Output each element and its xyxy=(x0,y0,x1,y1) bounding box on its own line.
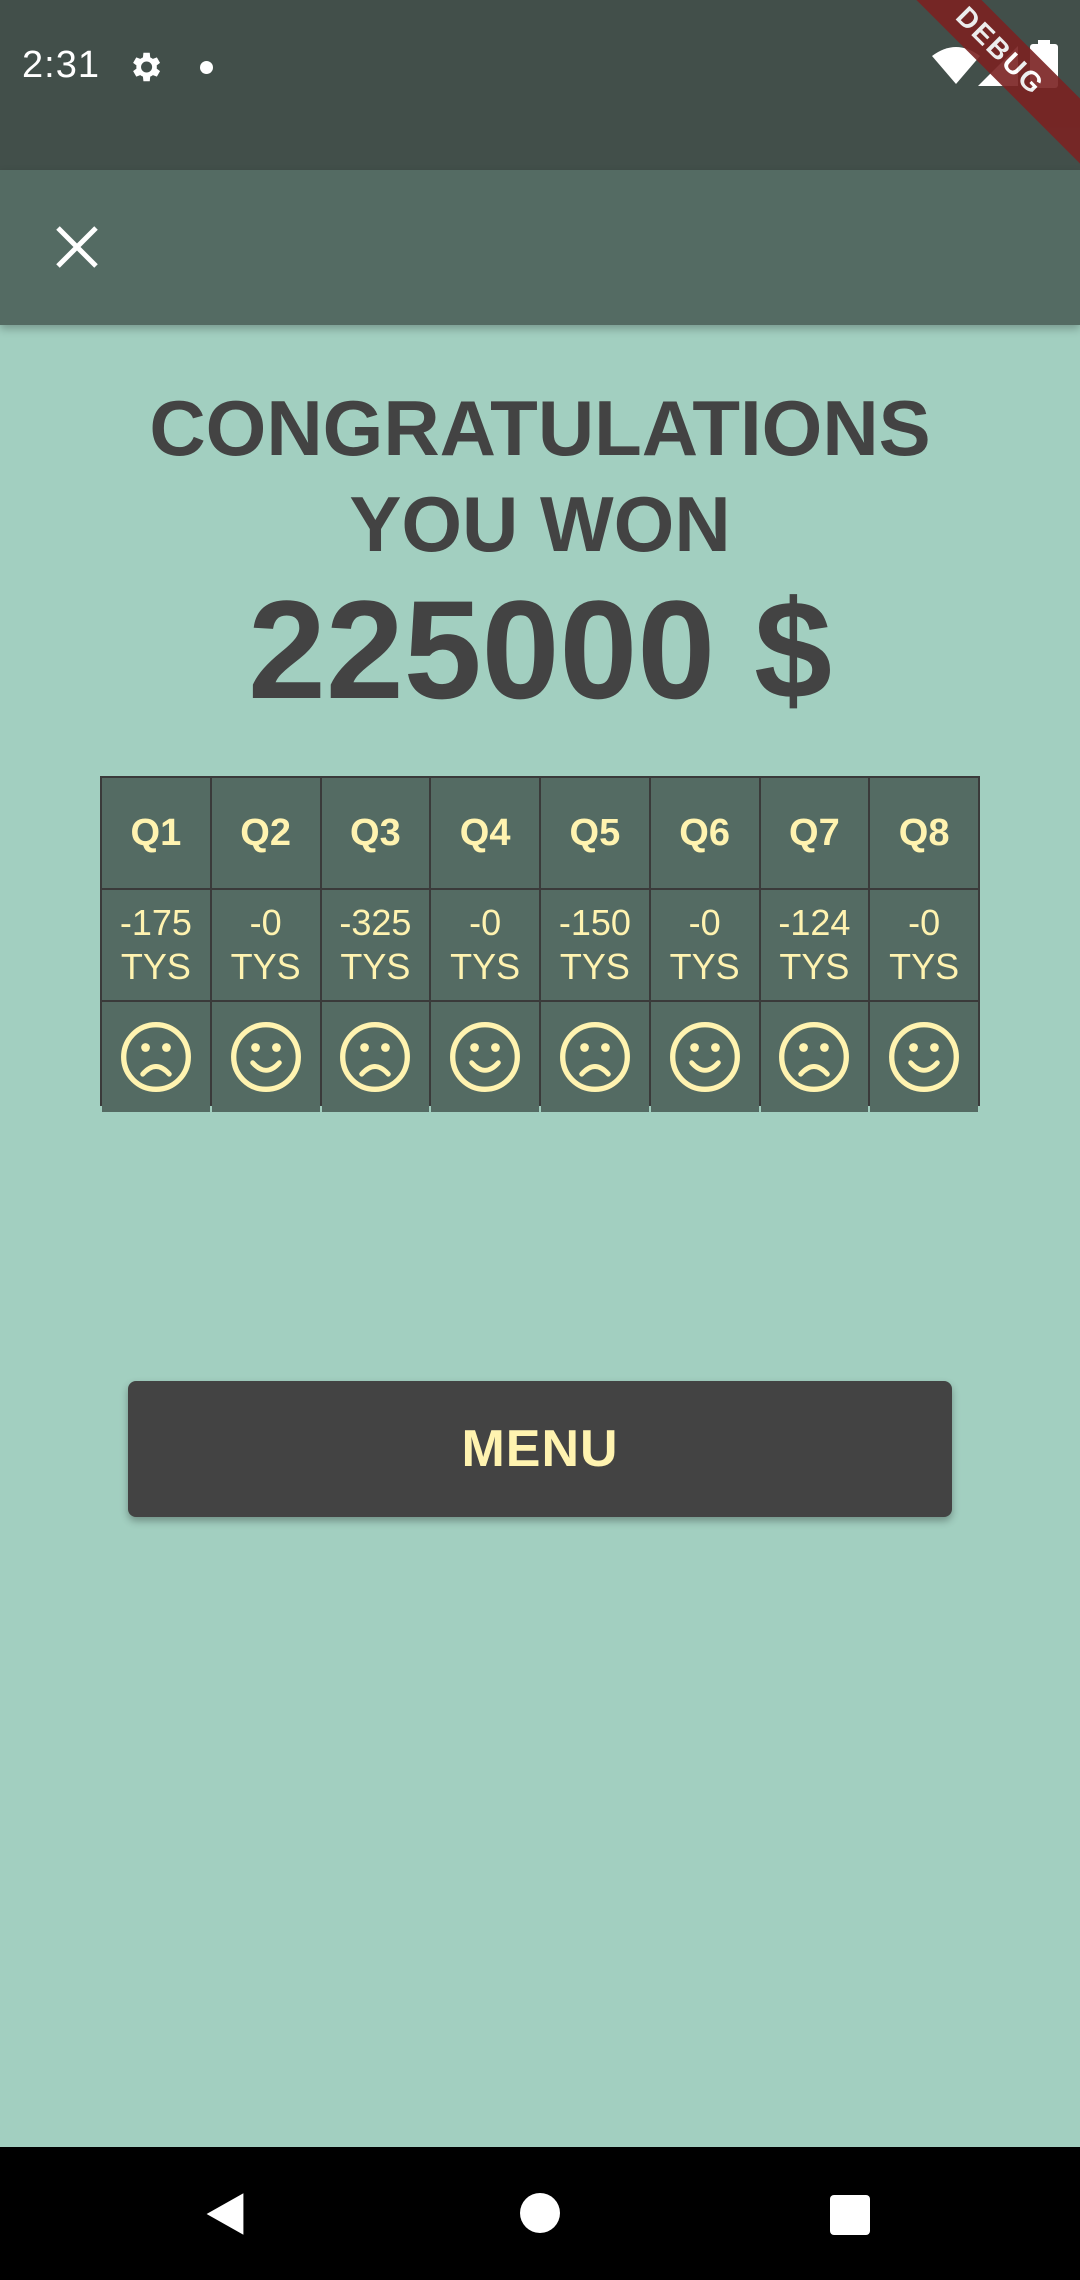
sad-face-icon xyxy=(321,1002,430,1112)
prize-amount: 225000 $ xyxy=(248,571,832,728)
question-header: Q7 xyxy=(760,778,869,888)
question-header: Q4 xyxy=(431,778,539,888)
score-cell: -0 TYS xyxy=(431,890,539,1000)
you-won-line: YOU WON xyxy=(349,480,731,568)
score-value: -175 xyxy=(119,902,192,943)
back-icon[interactable] xyxy=(202,2191,248,2237)
score-unit: TYS xyxy=(669,946,740,987)
recent-apps-icon[interactable] xyxy=(830,2195,870,2235)
score-value: -124 xyxy=(778,902,851,943)
sad-face-icon xyxy=(102,1002,210,1112)
score-unit: TYS xyxy=(889,946,960,987)
score-value: -0 xyxy=(469,902,502,943)
score-unit: TYS xyxy=(559,946,630,987)
notification-dot-icon xyxy=(200,61,213,74)
score-cell: -0 TYS xyxy=(870,890,978,1000)
navigation-bar xyxy=(0,2147,1080,2280)
question-header: Q6 xyxy=(650,778,759,888)
question-header: Q5 xyxy=(541,778,649,888)
gear-icon xyxy=(133,52,161,82)
debug-banner: DEBUG xyxy=(877,0,1080,174)
question-header: Q8 xyxy=(870,778,978,888)
score-value: -150 xyxy=(558,902,631,943)
status-bar: 2:31 DEBUG xyxy=(0,0,1080,174)
score-value: -0 xyxy=(688,902,721,943)
happy-face-icon xyxy=(650,1002,759,1112)
question-header: Q3 xyxy=(321,778,430,888)
results-table: Q1 Q2 Q3 Q4 Q5 Q6 Q7 Q8 -175 TYS -0 TYS -325 TYS -0 TYS… xyxy=(100,776,980,1112)
home-icon[interactable] xyxy=(520,2193,560,2233)
score-cell: -175 TYS xyxy=(102,890,210,1000)
score-unit: TYS xyxy=(340,946,411,987)
score-unit: TYS xyxy=(120,946,191,987)
score-unit: TYS xyxy=(450,946,521,987)
question-header: Q2 xyxy=(211,778,320,888)
score-cell: -150 TYS xyxy=(541,890,649,1000)
close-icon xyxy=(56,226,98,268)
congratulations-heading: CONGRATULATIONS YOU WON xyxy=(0,380,1080,572)
status-time: 2:31 xyxy=(22,44,100,86)
happy-face-icon xyxy=(211,1002,320,1112)
sad-face-icon xyxy=(541,1002,649,1112)
close-button[interactable] xyxy=(40,210,114,284)
happy-face-icon xyxy=(431,1002,539,1112)
congratulations-line: CONGRATULATIONS xyxy=(149,384,931,472)
happy-face-icon xyxy=(870,1002,978,1112)
score-unit: TYS xyxy=(230,946,301,987)
score-value: -325 xyxy=(339,902,412,943)
score-cell: -0 TYS xyxy=(211,890,320,1000)
app-bar xyxy=(0,170,1080,325)
menu-button[interactable]: MENU xyxy=(128,1381,952,1517)
score-value: -0 xyxy=(249,902,282,943)
score-cell: -325 TYS xyxy=(321,890,430,1000)
score-cell: -124 TYS xyxy=(760,890,869,1000)
sad-face-icon xyxy=(760,1002,869,1112)
score-cell: -0 TYS xyxy=(650,890,759,1000)
question-header: Q1 xyxy=(102,778,210,888)
score-unit: TYS xyxy=(779,946,850,987)
score-value: -0 xyxy=(908,902,941,943)
